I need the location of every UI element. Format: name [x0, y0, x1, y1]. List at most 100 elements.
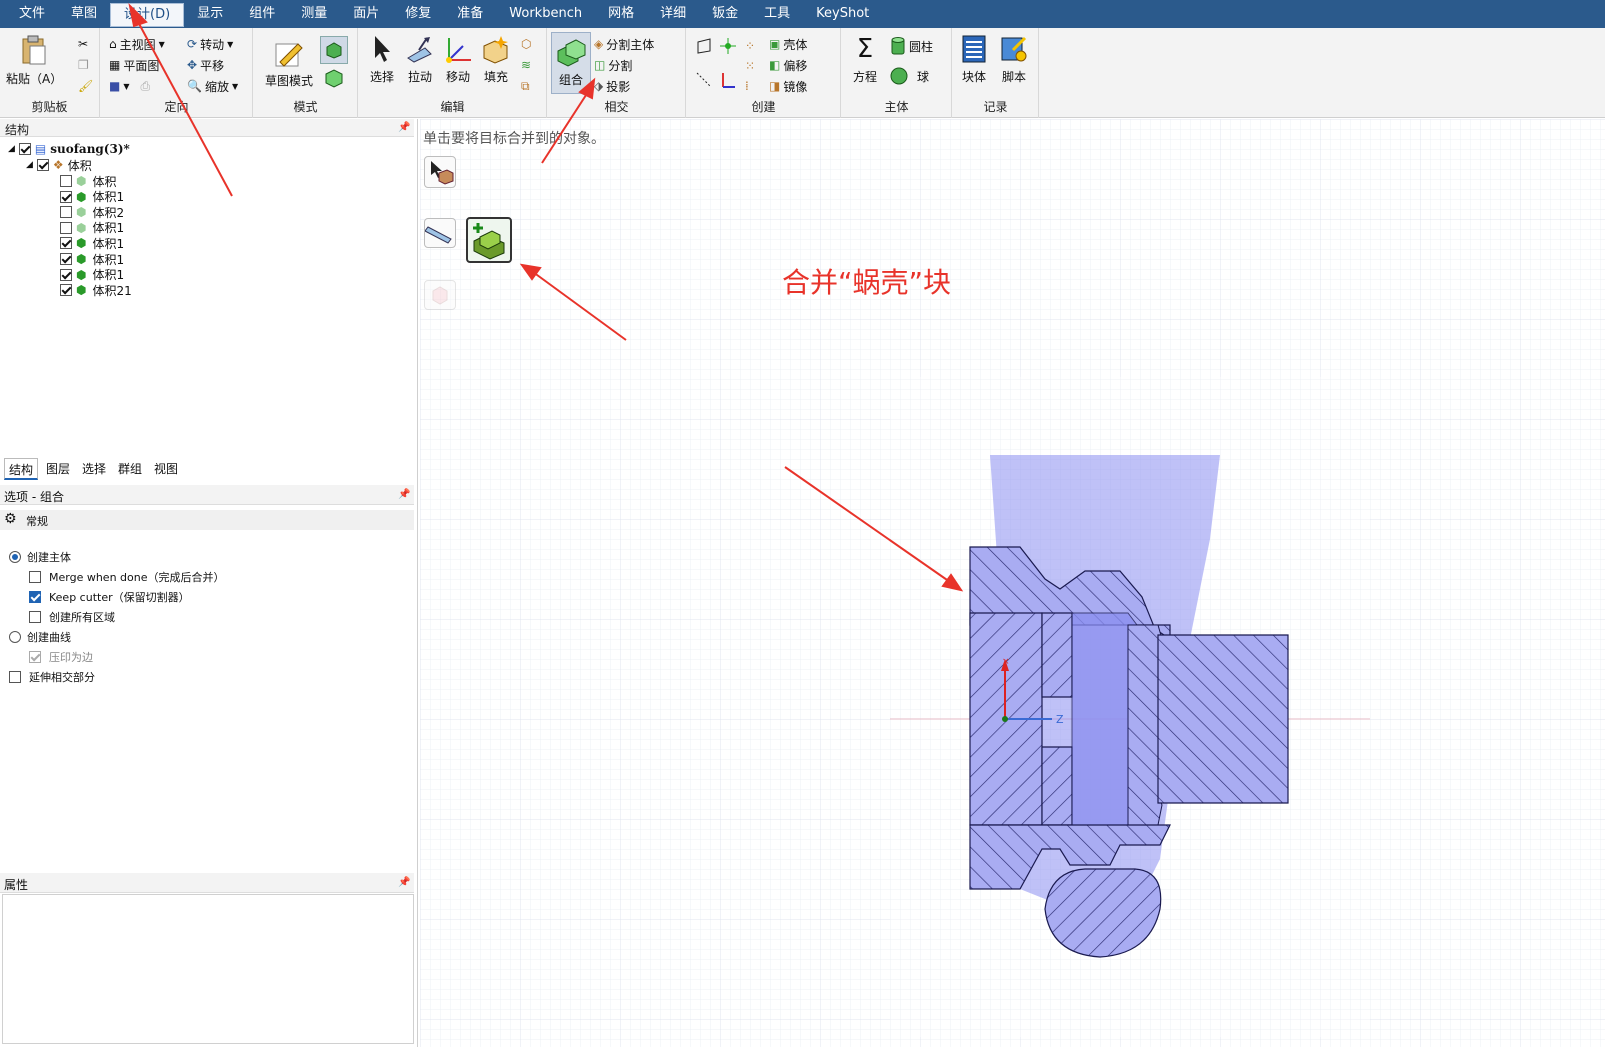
pan-button[interactable]: ✥ 平移: [187, 55, 224, 75]
merge-when-done-checkbox[interactable]: Merge when done（完成后合并）: [29, 569, 225, 585]
expand-icon[interactable]: ◢: [8, 144, 15, 154]
cylinder-button[interactable]: 圆柱: [890, 36, 933, 56]
menu-item[interactable]: 面片: [340, 0, 392, 28]
sketch-mode-button[interactable]: 草图模式: [260, 40, 318, 98]
viewport[interactable]: Z × 单击要将目标合并到的对象。 合并“蜗壳”块: [420, 119, 1605, 1047]
layers-icon[interactable]: ≋: [521, 55, 531, 75]
checkbox[interactable]: [60, 237, 72, 250]
menu-item[interactable]: 草图: [58, 0, 110, 28]
create-body-radio[interactable]: 创建主体: [9, 549, 71, 565]
checkbox[interactable]: [60, 190, 72, 203]
select-button[interactable]: 选择: [363, 34, 401, 92]
tree-item[interactable]: ⬢ 体积2: [60, 204, 124, 220]
stack-icon[interactable]: ⧉: [521, 76, 530, 96]
rotate-button[interactable]: ⟳ 转动 ▼: [187, 34, 233, 54]
offset-button[interactable]: ◧ 偏移: [769, 55, 807, 75]
tree-item[interactable]: ⬢ 体积21: [60, 282, 132, 298]
plan-view-button[interactable]: ▦ 平面图: [109, 55, 159, 75]
combine-button[interactable]: 组合: [551, 32, 591, 94]
block-recording-button[interactable]: 块体: [955, 34, 993, 92]
menu-item[interactable]: 修复: [392, 0, 444, 28]
select-cutter-button[interactable]: [424, 218, 456, 248]
menu-item[interactable]: 钣金: [699, 0, 751, 28]
menu-item[interactable]: 工具: [751, 0, 803, 28]
menu-item[interactable]: 显示: [184, 0, 236, 28]
menu-item[interactable]: 组件: [236, 0, 288, 28]
tab-2[interactable]: 选择: [78, 458, 110, 480]
axis-icon[interactable]: [719, 70, 737, 90]
tree-item[interactable]: ⬢ 体积1: [60, 251, 124, 267]
checkbox[interactable]: [60, 221, 72, 234]
checkbox[interactable]: [60, 268, 72, 281]
options-section-general[interactable]: ⚙ 常规: [0, 510, 414, 530]
section-mode-icon[interactable]: [320, 36, 348, 64]
menu-item[interactable]: 准备: [444, 0, 496, 28]
format-painter-icon[interactable]: 🖌: [78, 76, 93, 96]
paste-button[interactable]: 粘贴（A）: [6, 34, 62, 92]
sphere-button[interactable]: 球: [890, 66, 929, 86]
checkbox[interactable]: [60, 253, 72, 265]
split-button[interactable]: ◫ 分割: [594, 55, 632, 75]
menu-item[interactable]: 设计(D): [110, 3, 185, 27]
keep-cutter-checkbox[interactable]: Keep cutter（保留切割器）: [29, 589, 190, 605]
tree-item[interactable]: ⬢ 体积1: [60, 220, 124, 236]
tab-3[interactable]: 群组: [114, 458, 146, 480]
split-body-button[interactable]: ◈ 分割主体: [594, 34, 654, 54]
tree-root[interactable]: ◢ ▤ suofang(3)*: [8, 141, 130, 157]
pull-button[interactable]: 拉动: [401, 34, 439, 92]
imprint-edges-checkbox[interactable]: 压印为边: [29, 649, 93, 665]
tab-0[interactable]: 结构: [4, 458, 39, 480]
section-inner-bottom[interactable]: [1041, 746, 1073, 826]
preview-button[interactable]: [424, 280, 456, 310]
tree-item[interactable]: ⬢ 体积1: [60, 235, 124, 251]
checkbox[interactable]: [18, 143, 31, 155]
fill-button[interactable]: 填充: [477, 34, 515, 92]
copy-icon[interactable]: ❐: [78, 55, 89, 75]
shell-button[interactable]: ▣ 壳体: [769, 34, 807, 54]
tab-1[interactable]: 图层: [42, 458, 74, 480]
tree-item[interactable]: ⬢ 体积1: [60, 267, 124, 283]
checkbox[interactable]: [36, 159, 49, 171]
create-all-regions-checkbox[interactable]: 创建所有区域: [29, 609, 115, 625]
circular-pattern-icon[interactable]: ⁙: [745, 56, 755, 76]
pin-icon[interactable]: 📌: [398, 877, 410, 888]
grid-pattern-icon[interactable]: ⁞: [745, 76, 749, 96]
menu-item[interactable]: 网格: [595, 0, 647, 28]
point-icon[interactable]: [719, 36, 737, 56]
rectangle-icon[interactable]: [695, 36, 713, 56]
expand-icon[interactable]: ◢: [26, 160, 33, 170]
menu-item[interactable]: 详细: [647, 0, 699, 28]
checkbox[interactable]: [60, 175, 72, 187]
view-cube-button[interactable]: ■ ▼ ⎙: [109, 76, 150, 96]
merge-body-button[interactable]: [466, 217, 512, 263]
script-button[interactable]: 脚本: [995, 34, 1033, 92]
cut-icon[interactable]: ✂: [78, 34, 88, 54]
mirror-button[interactable]: ◨ 镜像: [769, 76, 807, 96]
menu-item[interactable]: 测量: [288, 0, 340, 28]
tree-group[interactable]: ◢ ❖ 体积: [26, 157, 92, 173]
section-neck[interactable]: [1127, 624, 1163, 826]
checkbox[interactable]: [60, 284, 72, 297]
3d-mode-icon[interactable]: [324, 68, 344, 88]
line-icon[interactable]: [695, 70, 713, 90]
select-target-button[interactable]: [424, 156, 456, 188]
checkbox[interactable]: [60, 206, 72, 219]
menu-item[interactable]: Workbench: [496, 0, 595, 28]
tab-4[interactable]: 视图: [150, 458, 182, 480]
tree-item[interactable]: ⬢ 体积1: [60, 189, 124, 205]
create-curves-radio[interactable]: 创建曲线: [9, 629, 71, 645]
menu-item[interactable]: KeyShot: [803, 0, 882, 28]
tree-item[interactable]: ⬢ 体积: [60, 173, 117, 189]
pin-icon[interactable]: 📌: [398, 489, 410, 500]
section-outlet-block[interactable]: [1157, 634, 1289, 804]
project-button[interactable]: ⬗ 投影: [594, 76, 630, 96]
shell-edit-icon[interactable]: ⬡: [521, 34, 531, 54]
zoom-button[interactable]: 🔍 缩放 ▼: [187, 76, 238, 96]
pattern-icon[interactable]: ⁘: [745, 36, 755, 56]
extend-intersect-checkbox[interactable]: 延伸相交部分: [9, 669, 95, 685]
section-inner-top[interactable]: [1041, 612, 1073, 698]
home-view-button[interactable]: ⌂ 主视图 ▼: [109, 34, 165, 54]
menu-item[interactable]: 文件: [6, 0, 58, 28]
move-button[interactable]: 移动: [439, 34, 477, 92]
pin-icon[interactable]: 📌: [398, 122, 410, 133]
